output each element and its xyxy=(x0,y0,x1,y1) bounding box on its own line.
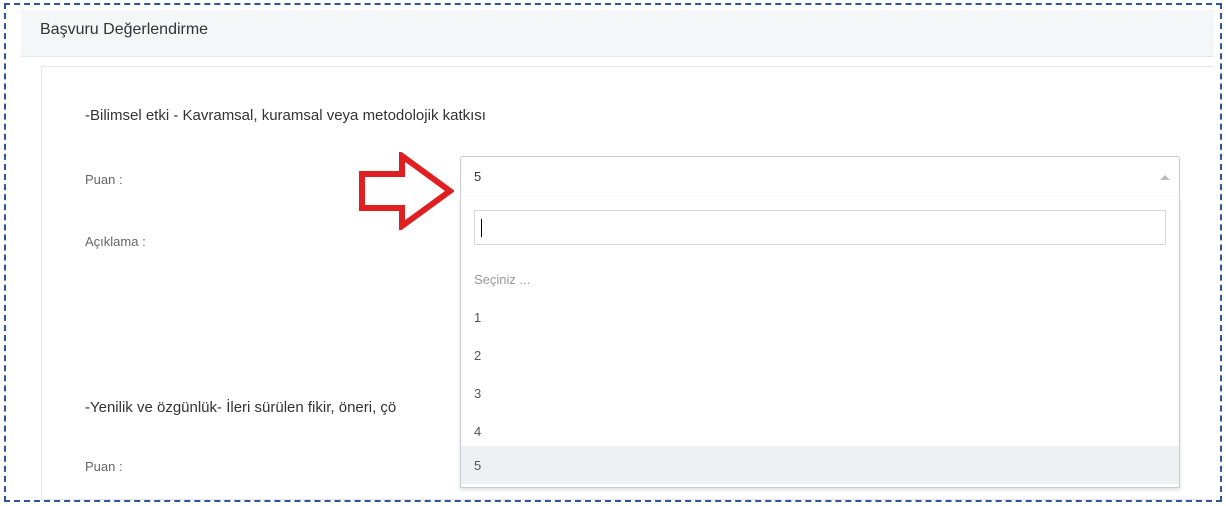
dropdown-option-4[interactable]: 4 xyxy=(461,412,1179,450)
section-title-scientific-impact: -Bilimsel etki - Kavramsal, kuramsal vey… xyxy=(85,107,486,124)
score-label: Puan : xyxy=(85,172,123,187)
red-arrow-icon xyxy=(359,152,454,230)
option-label: 3 xyxy=(474,386,482,401)
dropdown-option-placeholder[interactable]: Seçiniz ... xyxy=(461,260,1179,298)
score-label-2: Puan : xyxy=(85,459,123,474)
caret-up-icon[interactable] xyxy=(1160,175,1170,180)
description-label: Açıklama : xyxy=(85,234,146,249)
option-label: 2 xyxy=(474,348,482,363)
panel-header: Başvuru Değerlendirme xyxy=(21,10,1214,57)
panel-title: Başvuru Değerlendirme xyxy=(40,21,209,38)
option-label: 4 xyxy=(474,424,482,439)
score-dropdown: Seçiniz ... 1 2 3 4 5 xyxy=(460,197,1180,488)
option-label: 1 xyxy=(474,310,482,325)
dropdown-option-1[interactable]: 1 xyxy=(461,298,1179,336)
dropdown-search-input[interactable] xyxy=(474,210,1166,245)
score-select-value: 5 xyxy=(474,169,482,184)
dropdown-option-5[interactable]: 5 xyxy=(461,446,1179,484)
option-label: Seçiniz ... xyxy=(474,272,531,287)
text-cursor xyxy=(481,219,482,237)
dropdown-option-3[interactable]: 3 xyxy=(461,374,1179,412)
section-title-novelty: -Yenilik ve özgünlük- İleri sürülen fiki… xyxy=(85,399,397,416)
score-select[interactable]: 5 xyxy=(460,156,1180,198)
dropdown-option-2[interactable]: 2 xyxy=(461,336,1179,374)
option-label: 5 xyxy=(474,458,482,473)
